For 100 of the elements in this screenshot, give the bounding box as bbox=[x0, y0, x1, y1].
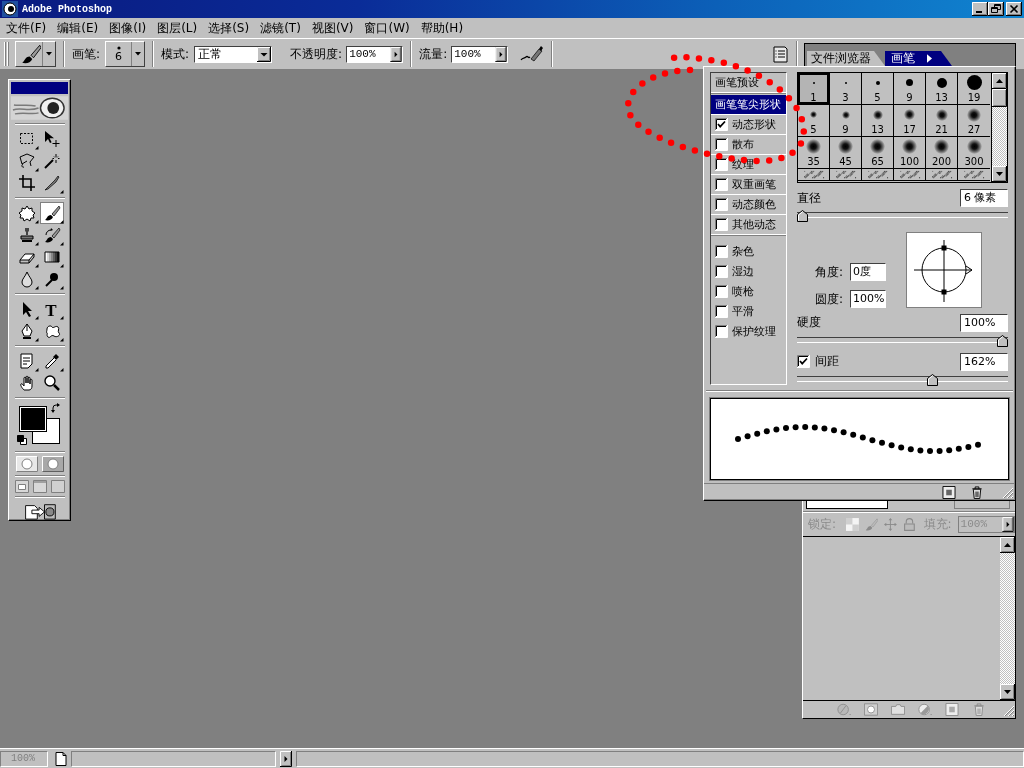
checkbox[interactable] bbox=[715, 218, 728, 231]
menu-item[interactable]: 图像(I) bbox=[104, 19, 152, 37]
opacity-field[interactable]: 100% bbox=[346, 45, 404, 63]
right-arrow-icon[interactable] bbox=[495, 46, 508, 62]
angle-roundness-control[interactable] bbox=[906, 232, 982, 308]
palette-tab[interactable]: 文件浏览器 bbox=[807, 51, 885, 66]
window-inset-icon[interactable] bbox=[14, 480, 29, 493]
brush-preset-picker[interactable]: 6 bbox=[105, 41, 146, 67]
mask-icon[interactable] bbox=[864, 703, 878, 716]
brush-setting-item[interactable]: 动态颜色 bbox=[711, 195, 786, 215]
down-arrow-icon[interactable] bbox=[1000, 684, 1015, 700]
list-page-icon[interactable] bbox=[772, 45, 789, 63]
palette-tab[interactable]: 画笔 bbox=[885, 51, 952, 66]
brush-tip[interactable] bbox=[798, 169, 830, 181]
brush-tip[interactable]: 200 bbox=[926, 137, 958, 169]
brush-tip[interactable]: 9 bbox=[830, 105, 862, 137]
brush-tip[interactable]: 5 bbox=[862, 73, 894, 105]
slider-thumb[interactable] bbox=[997, 335, 1008, 347]
slider-thumb[interactable] bbox=[927, 374, 938, 386]
blend-mode-dropdown[interactable] bbox=[806, 501, 888, 509]
brush-icon[interactable] bbox=[40, 202, 64, 224]
brush-tip[interactable] bbox=[862, 169, 894, 181]
brush-tip[interactable]: 5 bbox=[798, 105, 830, 137]
page-icon[interactable] bbox=[55, 751, 67, 766]
brush-setting-item[interactable]: 保护纹理 bbox=[711, 321, 786, 341]
checkbox[interactable] bbox=[715, 284, 728, 298]
brush-setting-item[interactable]: 杂色 bbox=[711, 241, 786, 261]
brush-tip[interactable] bbox=[894, 169, 926, 181]
brush-tip[interactable]: 19 bbox=[958, 73, 990, 105]
brush-tip[interactable]: 13 bbox=[926, 73, 958, 105]
swap-arrows-icon[interactable] bbox=[50, 403, 61, 413]
brush-tip[interactable]: 35 bbox=[798, 137, 830, 169]
menu-item[interactable]: 文件(F) bbox=[1, 19, 52, 37]
restore-icon[interactable] bbox=[988, 2, 1004, 16]
brush-tip[interactable]: 65 bbox=[862, 137, 894, 169]
brush-tip[interactable] bbox=[830, 169, 862, 181]
default-colors-icon[interactable] bbox=[16, 435, 27, 445]
new-page-icon[interactable] bbox=[942, 485, 956, 499]
brush-tip[interactable]: 13 bbox=[862, 105, 894, 137]
menu-item[interactable]: 选择(S) bbox=[203, 19, 255, 37]
menu-item[interactable]: 帮助(H) bbox=[415, 19, 469, 37]
menu-item[interactable]: 图层(L) bbox=[152, 19, 203, 37]
close-icon[interactable] bbox=[1006, 2, 1022, 16]
brush-tip[interactable] bbox=[958, 169, 990, 181]
checkbox[interactable] bbox=[715, 118, 728, 131]
roundness-field[interactable]: 100% bbox=[850, 290, 886, 308]
down-arrow-icon[interactable] bbox=[992, 166, 1007, 182]
up-arrow-icon[interactable] bbox=[992, 73, 1007, 89]
brush-tip[interactable]: 45 bbox=[830, 137, 862, 169]
right-arrow-icon[interactable] bbox=[390, 46, 403, 62]
brush-tip[interactable] bbox=[926, 169, 958, 181]
right-arrow-icon[interactable] bbox=[1002, 516, 1015, 532]
brush-tip[interactable]: 300 bbox=[958, 137, 990, 169]
menu-item[interactable]: 窗口(W) bbox=[359, 19, 415, 37]
checkbox[interactable] bbox=[715, 264, 728, 278]
checkerboard-icon[interactable] bbox=[846, 517, 859, 531]
minimize-icon[interactable] bbox=[972, 2, 988, 16]
circle-tile-icon[interactable] bbox=[41, 456, 64, 472]
brush-tip[interactable]: 21 bbox=[926, 105, 958, 137]
checkbox[interactable] bbox=[715, 158, 728, 171]
spacing-checkbox[interactable] bbox=[797, 355, 810, 368]
checkbox[interactable] bbox=[715, 178, 728, 191]
foreground-swatch[interactable] bbox=[18, 406, 47, 432]
brush-setting-item[interactable]: 散布 bbox=[711, 135, 786, 155]
brush-setting-item[interactable]: 平滑 bbox=[711, 301, 786, 321]
menu-item[interactable]: 编辑(E) bbox=[52, 19, 104, 37]
resize-grip-icon[interactable] bbox=[1000, 485, 1014, 499]
checkbox[interactable] bbox=[715, 304, 728, 318]
type-tool[interactable]: T bbox=[40, 298, 64, 320]
checkbox[interactable] bbox=[715, 324, 728, 338]
brush-setting-item[interactable]: 其他动态 bbox=[711, 215, 786, 235]
brush-tip[interactable]: 3 bbox=[830, 73, 862, 105]
hardness-field[interactable]: 100% bbox=[960, 314, 1008, 332]
flow-field[interactable]: 100% bbox=[451, 45, 509, 63]
slider-thumb[interactable] bbox=[797, 210, 808, 222]
brush-setting-item[interactable]: 双重画笔 bbox=[711, 175, 786, 195]
right-arrow-icon[interactable] bbox=[280, 750, 292, 767]
up-arrow-icon[interactable] bbox=[1000, 537, 1015, 553]
brush-setting-item[interactable]: 动态形状 bbox=[711, 115, 786, 135]
checkbox[interactable] bbox=[715, 198, 728, 211]
brush-tip[interactable]: 17 bbox=[894, 105, 926, 137]
menu-item[interactable]: 滤镜(T) bbox=[255, 19, 306, 37]
scrollbar[interactable] bbox=[992, 72, 1008, 183]
window-plain-icon[interactable] bbox=[50, 480, 65, 493]
eye-logo-drawing[interactable] bbox=[11, 96, 68, 120]
diameter-field[interactable]: 6 像素 bbox=[960, 189, 1008, 207]
tool-preset-picker[interactable] bbox=[15, 41, 56, 67]
scroll-thumb[interactable] bbox=[992, 89, 1007, 107]
brush-setting-item[interactable]: 湿边 bbox=[711, 261, 786, 281]
trash-icon[interactable] bbox=[970, 485, 984, 499]
brush-tip[interactable]: 1 bbox=[798, 73, 830, 105]
brush-tip[interactable]: 100 bbox=[894, 137, 926, 169]
mode-dropdown[interactable]: 正常 bbox=[194, 45, 273, 63]
checkbox[interactable] bbox=[715, 244, 728, 258]
checkbox[interactable] bbox=[715, 138, 728, 151]
spacing-field[interactable]: 162% bbox=[960, 353, 1008, 371]
brush-setting-item[interactable]: 画笔预设 bbox=[711, 73, 786, 93]
angle-field[interactable]: 0度 bbox=[850, 263, 886, 281]
brush-tip[interactable]: 9 bbox=[894, 73, 926, 105]
brush-setting-item[interactable]: 画笔笔尖形状 bbox=[711, 95, 786, 115]
